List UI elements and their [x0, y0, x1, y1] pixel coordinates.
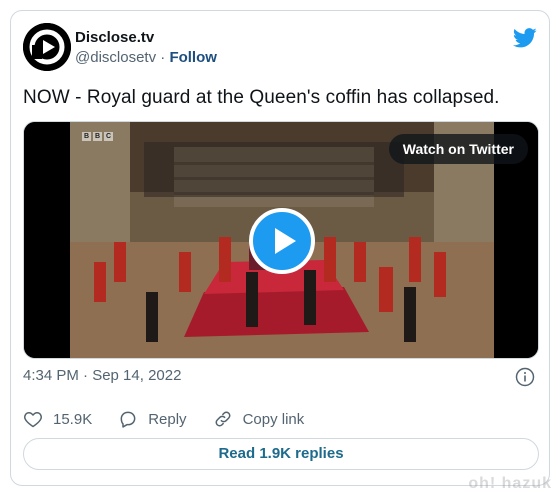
- likes-count: 15.9K: [53, 410, 93, 428]
- video-media[interactable]: B B C Watch on Twitter: [23, 121, 539, 359]
- watermark-text: oh! hazuk: [468, 475, 552, 492]
- bbc-letter: C: [104, 132, 113, 141]
- play-button[interactable]: [249, 208, 315, 274]
- reply-label: Reply: [148, 410, 187, 428]
- reply-button[interactable]: Reply: [118, 409, 187, 429]
- bbc-letter: B: [93, 132, 102, 141]
- copy-link-button[interactable]: Copy link: [213, 409, 305, 429]
- handle[interactable]: @disclosetv: [75, 49, 156, 66]
- info-icon[interactable]: [515, 367, 535, 387]
- bbc-logo: B B C: [82, 132, 113, 141]
- read-replies-button[interactable]: Read 1.9K replies: [23, 438, 539, 470]
- copy-link-label: Copy link: [242, 410, 305, 428]
- like-button[interactable]: 15.9K: [23, 409, 92, 429]
- heart-icon: [24, 412, 42, 428]
- reply-icon: [120, 411, 136, 428]
- play-icon: [275, 228, 296, 254]
- tweet-card: Disclose.tv @disclosetv · Follow NOW - R…: [10, 10, 550, 486]
- avatar[interactable]: [23, 23, 71, 71]
- follow-link[interactable]: Follow: [169, 49, 217, 66]
- disclose-logo-icon: [23, 23, 71, 71]
- timestamp[interactable]: 4:34 PM · Sep 14, 2022: [23, 367, 181, 384]
- link-icon: [215, 411, 231, 427]
- twitter-bird-icon[interactable]: [513, 27, 537, 49]
- display-name[interactable]: Disclose.tv: [75, 29, 154, 46]
- action-bar: 15.9K Reply Copy link: [23, 409, 330, 429]
- separator: ·: [160, 49, 166, 66]
- watch-on-twitter-button[interactable]: Watch on Twitter: [388, 134, 528, 164]
- handle-row: @disclosetv · Follow: [75, 49, 217, 66]
- bbc-letter: B: [82, 132, 91, 141]
- tweet-text: NOW - Royal guard at the Queen's coffin …: [23, 87, 500, 108]
